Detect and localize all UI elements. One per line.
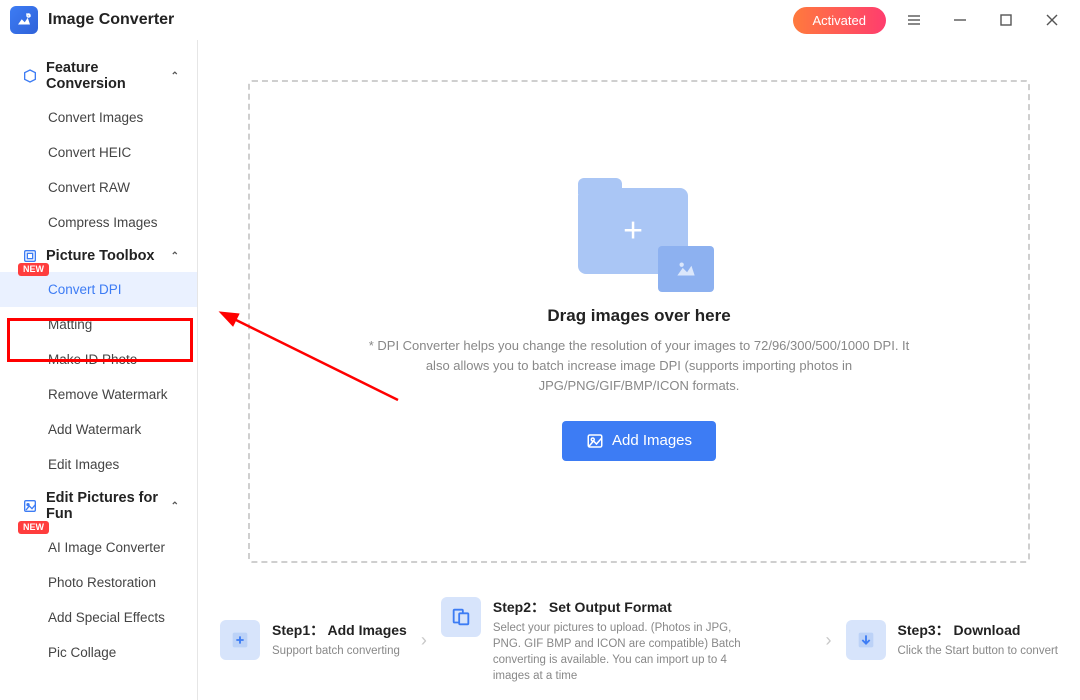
sidebar-item-add-special-effects[interactable]: Add Special Effects [0, 600, 197, 635]
new-badge: NEW [18, 521, 49, 534]
chevron-up-icon: ⌃ [171, 251, 179, 262]
main-panel: + Drag images over here * DPI Converter … [198, 40, 1080, 700]
drop-folder-icon: + [564, 182, 714, 292]
step-2: Step2： Set Output Format Select your pic… [441, 597, 812, 684]
steps-bar: Step1： Add Images Support batch converti… [198, 583, 1080, 700]
minimize-icon[interactable] [942, 6, 978, 34]
step-title: Step2： Set Output Format [493, 597, 753, 617]
drop-description: * DPI Converter helps you change the res… [359, 336, 919, 396]
step-title: Step3： Download [898, 620, 1058, 640]
sidebar-item-convert-heic[interactable]: Convert HEIC [0, 135, 197, 170]
sidebar: Feature Conversion ⌃ Convert Images Conv… [0, 40, 198, 700]
toolbox-icon [22, 248, 38, 264]
format-icon [441, 597, 481, 637]
activated-button[interactable]: Activated [793, 7, 886, 34]
section-label: Edit Pictures for Fun [46, 490, 163, 522]
add-images-button[interactable]: Add Images [562, 421, 716, 461]
add-images-label: Add Images [612, 432, 692, 449]
section-label: Feature Conversion [46, 60, 163, 92]
drop-title: Drag images over here [547, 306, 730, 326]
chevron-up-icon: ⌃ [171, 71, 179, 82]
sidebar-item-remove-watermark[interactable]: Remove Watermark [0, 377, 197, 412]
sidebar-item-label: Convert DPI [48, 282, 122, 297]
chevron-up-icon: ⌃ [171, 501, 179, 512]
maximize-icon[interactable] [988, 6, 1024, 34]
sidebar-item-ai-image-converter[interactable]: NEW AI Image Converter [0, 530, 197, 565]
sidebar-item-add-watermark[interactable]: Add Watermark [0, 412, 197, 447]
sidebar-item-pic-collage[interactable]: Pic Collage [0, 635, 197, 670]
sidebar-item-convert-dpi[interactable]: NEW Convert DPI [0, 272, 197, 307]
app-title: Image Converter [48, 11, 174, 29]
step-title: Step1： Add Images [272, 620, 407, 640]
new-badge: NEW [18, 263, 49, 276]
sidebar-item-convert-images[interactable]: Convert Images [0, 100, 197, 135]
step-3: Step3： Download Click the Start button t… [846, 620, 1058, 660]
app-logo-icon [10, 6, 38, 34]
sidebar-item-edit-images[interactable]: Edit Images [0, 447, 197, 482]
sidebar-item-compress-images[interactable]: Compress Images [0, 205, 197, 240]
section-feature-conversion[interactable]: Feature Conversion ⌃ [0, 52, 197, 100]
image-icon [586, 432, 604, 450]
sidebar-item-convert-raw[interactable]: Convert RAW [0, 170, 197, 205]
drop-area[interactable]: + Drag images over here * DPI Converter … [248, 80, 1030, 563]
titlebar: Image Converter Activated [0, 0, 1080, 40]
chevron-right-icon: › [820, 630, 838, 651]
step-1: Step1： Add Images Support batch converti… [220, 620, 407, 660]
download-icon [846, 620, 886, 660]
step-desc: Click the Start button to convert [898, 643, 1058, 659]
hamburger-icon[interactable] [896, 6, 932, 34]
close-icon[interactable] [1034, 6, 1070, 34]
chevron-right-icon: › [415, 630, 433, 651]
sidebar-item-make-id-photo[interactable]: Make ID Photo [0, 342, 197, 377]
sidebar-item-photo-restoration[interactable]: Photo Restoration [0, 565, 197, 600]
sidebar-item-label: AI Image Converter [48, 540, 165, 555]
step-desc: Support batch converting [272, 643, 407, 659]
sidebar-item-matting[interactable]: Matting [0, 307, 197, 342]
feature-icon [22, 68, 38, 84]
upload-icon [220, 620, 260, 660]
section-label: Picture Toolbox [46, 248, 155, 264]
fun-icon [22, 498, 38, 514]
step-desc: Select your pictures to upload. (Photos … [493, 620, 753, 684]
